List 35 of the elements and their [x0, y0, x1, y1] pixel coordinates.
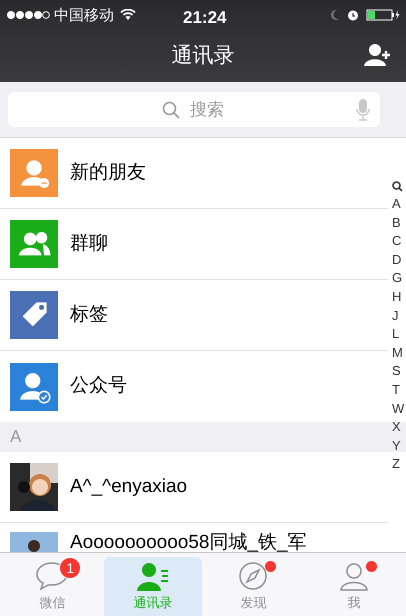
index-letter[interactable]: S: [392, 362, 401, 381]
index-letter[interactable]: A: [392, 195, 401, 214]
index-letter[interactable]: D: [392, 250, 402, 270]
index-letter[interactable]: L: [392, 325, 400, 344]
list-item[interactable]: 群聊: [0, 209, 388, 280]
index-letter[interactable]: W: [392, 400, 404, 418]
index-letter[interactable]: Y: [392, 436, 401, 456]
list-item[interactable]: 标签: [0, 280, 388, 351]
notification-badge: 1: [59, 557, 82, 579]
speech-bubble-icon: [35, 561, 70, 591]
index-letter[interactable]: J: [392, 306, 398, 326]
person-list-icon: [136, 561, 170, 591]
index-letter[interactable]: M: [392, 344, 403, 362]
index-letter[interactable]: B: [392, 214, 401, 232]
contact-row[interactable]: A^_^enyaxiao: [0, 452, 388, 523]
carrier-name: 中国移动: [54, 4, 114, 26]
clock-time: 21:24: [183, 7, 226, 29]
index-letter[interactable]: C: [392, 232, 402, 251]
wifi-icon: [120, 9, 136, 21]
list-item[interactable]: 公众号: [0, 351, 388, 422]
page-title: 通讯录: [172, 43, 234, 70]
moon-icon: [330, 9, 340, 21]
index-letter[interactable]: X: [392, 418, 401, 437]
alarm-clock-icon: [347, 9, 359, 21]
microphone-icon: [356, 99, 370, 121]
index-letter[interactable]: H: [392, 288, 402, 307]
index-letter[interactable]: Z: [392, 455, 400, 474]
list-item[interactable]: 新的朋友: [0, 138, 388, 209]
tab-button[interactable]: 微信 1: [3, 557, 102, 616]
search-field[interactable]: 搜索: [8, 92, 380, 127]
battery-charging-icon: [366, 9, 400, 21]
index-letter[interactable]: T: [392, 380, 400, 400]
signal-icon: [6, 10, 50, 20]
index-letter[interactable]: G: [392, 269, 402, 288]
search-icon: [162, 101, 180, 119]
